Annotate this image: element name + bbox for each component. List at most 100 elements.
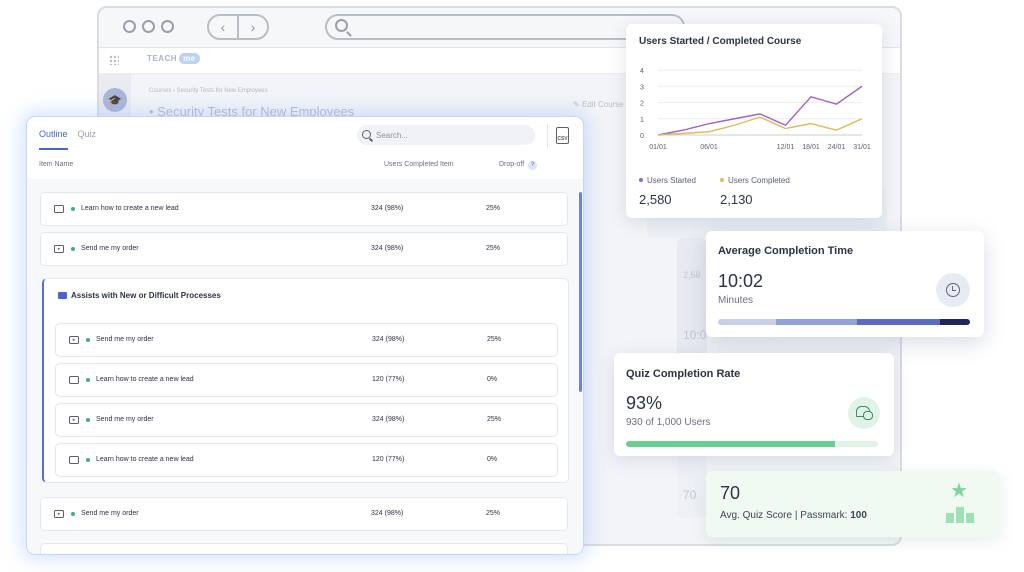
- search-icon: [335, 19, 348, 32]
- completion-segment: [718, 319, 776, 325]
- chart-title: Users Started / Completed Course: [639, 36, 802, 47]
- list-item[interactable]: Learn how to create a new lead 324 (98%)…: [40, 192, 568, 226]
- completion-segment: [939, 319, 970, 325]
- list-item[interactable]: ▸ Send me my order 324 (98%) 25%: [55, 323, 558, 357]
- outline-group[interactable]: Assists with New or Difficult Processes …: [42, 278, 569, 483]
- status-dot: [71, 207, 75, 211]
- item-dropoff: 25%: [486, 245, 501, 252]
- browser-nav-buttons: ‹ ›: [207, 14, 269, 40]
- avg-completion-card: Average Completion Time 10:02 Minutes: [706, 231, 984, 337]
- window-close-icon[interactable]: [123, 20, 136, 33]
- status-dot: [86, 458, 90, 462]
- back-icon[interactable]: ‹: [209, 16, 237, 38]
- line-chart: 0 1 2 3 4 01/01 06/01 12/01 18/01 24/01 31/01: [640, 68, 871, 151]
- completed-total: 2,130: [720, 192, 753, 207]
- apps-grid-icon[interactable]: [109, 55, 119, 65]
- series-line-users-completed: [657, 116, 863, 136]
- list-item[interactable]: [40, 543, 568, 554]
- walkthrough-icon: [54, 205, 64, 213]
- card-title: Average Completion Time: [718, 245, 854, 257]
- window-maximize-icon[interactable]: [161, 20, 174, 33]
- started-total: 2,580: [639, 192, 672, 207]
- csv-file-icon: CSV: [556, 127, 569, 144]
- item-dropoff: 0%: [487, 376, 498, 383]
- item-name: Send me my order: [81, 510, 139, 517]
- item-completed: 120 (77%): [372, 456, 405, 463]
- graduation-cap-icon: 🎓: [103, 88, 127, 112]
- video-icon: ▸: [69, 416, 79, 424]
- item-name: Send me my order: [81, 245, 139, 252]
- video-icon: ▸: [69, 336, 79, 344]
- export-csv-button[interactable]: CSV: [547, 124, 571, 148]
- item-completed: 324 (98%): [372, 416, 405, 423]
- window-minimize-icon[interactable]: [142, 20, 155, 33]
- list-item[interactable]: ▸ Send me my order 324 (98%) 25%: [55, 403, 558, 437]
- status-dot: [86, 378, 90, 382]
- edit-course-button[interactable]: ✎ Edit Course: [573, 100, 624, 109]
- passmark-value: 100: [850, 510, 867, 521]
- item-name: Learn how to create a new lead: [81, 205, 179, 212]
- tab-outline[interactable]: Outline: [39, 129, 68, 150]
- item-dropoff: 25%: [486, 205, 501, 212]
- tab-quiz[interactable]: Quiz: [78, 129, 97, 150]
- series-line-users-started: [657, 85, 863, 136]
- completion-segment: [856, 319, 940, 325]
- status-dot: [71, 247, 75, 251]
- avg-completion-value: 10:02: [718, 271, 764, 291]
- item-completed: 324 (98%): [372, 336, 405, 343]
- help-icon[interactable]: ?: [528, 161, 538, 170]
- item-completed: 324 (98%): [371, 205, 404, 212]
- y-tick-label: 4: [640, 68, 644, 75]
- x-tick-label: 01/01: [649, 144, 667, 151]
- column-header-dropoff: Drop-off?: [499, 161, 538, 170]
- quiz-progress-bar: [626, 441, 878, 447]
- forward-icon[interactable]: ›: [237, 16, 267, 38]
- star-icon: ★: [950, 480, 968, 502]
- completion-distribution-bar: [718, 319, 970, 325]
- x-tick-label: 12/01: [777, 144, 795, 151]
- y-tick-label: 1: [640, 117, 644, 124]
- clock-icon-badge: [936, 273, 970, 307]
- item-completed: 324 (98%): [371, 510, 404, 517]
- background-ghost-text: 10:0: [683, 328, 707, 342]
- background-card: [677, 448, 707, 518]
- group-title: Assists with New or Difficult Processes: [58, 291, 221, 300]
- column-header-users-completed: Users Completed Item: [384, 161, 454, 168]
- y-tick-label: 3: [640, 84, 644, 91]
- legend-started: Users Started: [639, 176, 696, 185]
- x-tick-label: 06/01: [700, 144, 718, 151]
- search-icon: [362, 130, 371, 139]
- list-item[interactable]: Learn how to create a new lead 120 (77%)…: [55, 363, 558, 397]
- scrollbar[interactable]: [579, 192, 582, 392]
- item-completed: 324 (98%): [371, 245, 404, 252]
- item-dropoff: 25%: [486, 510, 501, 517]
- y-tick-label: 2: [640, 101, 644, 108]
- video-icon: ▸: [54, 245, 64, 253]
- list-item[interactable]: ▸ Send me my order 324 (98%) 25%: [40, 232, 568, 266]
- item-dropoff: 25%: [487, 416, 502, 423]
- background-ghost-text: 70: [683, 488, 697, 502]
- outline-list: Learn how to create a new lead 324 (98%)…: [27, 179, 583, 554]
- avg-completion-unit: Minutes: [718, 295, 754, 306]
- legend-completed: Users Completed: [720, 176, 790, 185]
- status-dot: [86, 418, 90, 422]
- quiz-score-value: 70: [720, 483, 741, 503]
- item-name: Send me my order: [96, 336, 154, 343]
- item-completed: 120 (77%): [372, 376, 405, 383]
- item-name: Learn how to create a new lead: [96, 456, 194, 463]
- quiz-completion-card: Quiz Completion Rate 93% 930 of 1,000 Us…: [614, 353, 894, 456]
- item-name: Learn how to create a new lead: [96, 376, 194, 383]
- item-dropoff: 25%: [487, 336, 502, 343]
- x-tick-label: 31/01: [853, 144, 871, 151]
- breadcrumb: Courses › Security Tests for New Employe…: [149, 88, 268, 94]
- list-item[interactable]: Learn how to create a new lead 120 (77%)…: [55, 443, 558, 477]
- card-title: Quiz Completion Rate: [626, 368, 741, 380]
- quiz-completion-detail: 930 of 1,000 Users: [626, 417, 711, 428]
- quiz-score-card: 70 Avg. Quiz Score | Passmark: 100 ★: [706, 471, 1000, 537]
- x-tick-label: 24/01: [828, 144, 846, 151]
- walkthrough-icon: [69, 456, 79, 464]
- list-item[interactable]: ▸ Send me my order 324 (98%) 25%: [40, 497, 568, 531]
- search-input[interactable]: [376, 128, 526, 142]
- quiz-progress-fill: [626, 441, 836, 447]
- outline-tabs: Outline Quiz: [39, 129, 96, 150]
